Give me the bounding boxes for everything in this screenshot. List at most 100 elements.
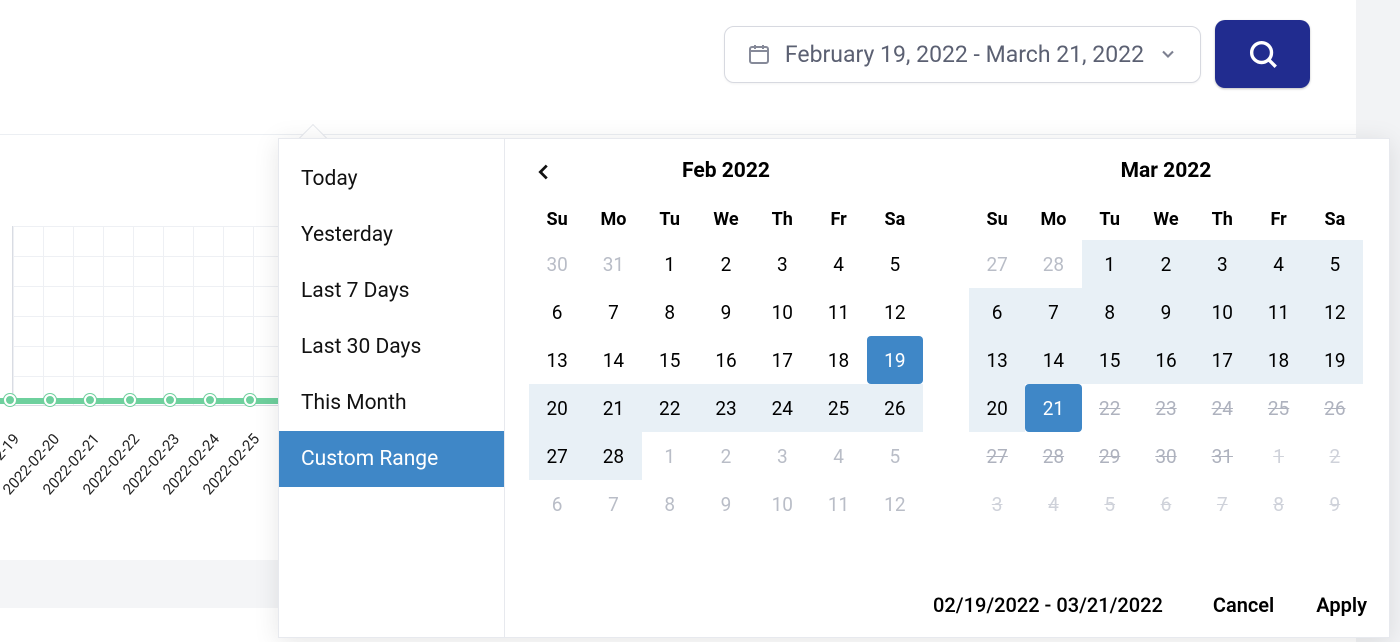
day-cell[interactable]: 10	[1194, 288, 1250, 336]
day-cell[interactable]: 23	[698, 384, 754, 432]
day-cell: 22	[1082, 384, 1138, 432]
day-cell: 23	[1138, 384, 1194, 432]
day-cell[interactable]: 11	[1250, 288, 1306, 336]
search-button[interactable]	[1215, 20, 1310, 88]
day-cell[interactable]: 8	[642, 288, 698, 336]
day-cell: 9	[1307, 480, 1363, 528]
dow-row: SuMoTuWeThFrSa	[969, 201, 1363, 240]
day-cell[interactable]: 12	[867, 288, 923, 336]
day-cell[interactable]: 12	[1307, 288, 1363, 336]
days-grid-right: 2728123456789101112131415161718192021222…	[969, 240, 1363, 528]
day-cell[interactable]: 19	[867, 336, 923, 384]
chart-series-points	[0, 394, 280, 410]
toolbar: February 19, 2022 - March 21, 2022	[724, 20, 1400, 88]
day-cell[interactable]: 13	[529, 336, 585, 384]
day-cell[interactable]: 20	[969, 384, 1025, 432]
day-cell[interactable]: 14	[585, 336, 641, 384]
day-cell[interactable]: 4	[1250, 240, 1306, 288]
day-cell[interactable]: 11	[810, 288, 866, 336]
day-cell[interactable]: 2	[698, 240, 754, 288]
dow-cell: Mo	[1025, 201, 1081, 240]
day-cell[interactable]: 7	[1025, 288, 1081, 336]
calendar-left-title: Feb 2022	[529, 159, 923, 183]
date-range-trigger[interactable]: February 19, 2022 - March 21, 2022	[724, 26, 1201, 83]
day-cell[interactable]: 15	[1082, 336, 1138, 384]
day-cell[interactable]: 7	[585, 288, 641, 336]
day-cell: 28	[1025, 432, 1081, 480]
day-cell: 26	[1307, 384, 1363, 432]
day-cell[interactable]: 21	[1025, 384, 1081, 432]
preset-this-month[interactable]: This Month	[279, 375, 504, 431]
day-cell: 27	[969, 240, 1025, 288]
day-cell[interactable]: 17	[1194, 336, 1250, 384]
preset-custom-range[interactable]: Custom Range	[279, 431, 504, 487]
day-cell: 30	[529, 240, 585, 288]
day-cell[interactable]: 25	[810, 384, 866, 432]
prev-month-button[interactable]	[533, 161, 555, 183]
day-cell[interactable]: 26	[867, 384, 923, 432]
dow-cell: Th	[754, 201, 810, 240]
day-cell[interactable]: 5	[1307, 240, 1363, 288]
dow-cell: Th	[1194, 201, 1250, 240]
day-cell: 5	[867, 432, 923, 480]
day-cell: 2	[1307, 432, 1363, 480]
day-cell: 6	[529, 480, 585, 528]
preset-today[interactable]: Today	[279, 151, 504, 207]
day-cell: 8	[1250, 480, 1306, 528]
day-cell[interactable]: 10	[754, 288, 810, 336]
day-cell: 25	[1250, 384, 1306, 432]
date-range-picker: TodayYesterdayLast 7 DaysLast 30 DaysThi…	[278, 138, 1390, 638]
day-cell[interactable]: 27	[529, 432, 585, 480]
day-cell[interactable]: 22	[642, 384, 698, 432]
day-cell[interactable]: 8	[1082, 288, 1138, 336]
day-cell: 2	[698, 432, 754, 480]
day-cell[interactable]: 3	[754, 240, 810, 288]
day-cell[interactable]: 2	[1138, 240, 1194, 288]
day-cell[interactable]: 16	[1138, 336, 1194, 384]
day-cell[interactable]: 3	[1194, 240, 1250, 288]
picker-footer: 02/19/2022 - 03/21/2022 Cancel Apply	[505, 573, 1389, 637]
day-cell[interactable]: 19	[1307, 336, 1363, 384]
day-cell[interactable]: 1	[1082, 240, 1138, 288]
day-cell[interactable]: 1	[642, 240, 698, 288]
day-cell: 30	[1138, 432, 1194, 480]
day-cell: 24	[1194, 384, 1250, 432]
preset-last-7-days[interactable]: Last 7 Days	[279, 263, 504, 319]
day-cell[interactable]: 9	[698, 288, 754, 336]
day-cell: 5	[1082, 480, 1138, 528]
preset-yesterday[interactable]: Yesterday	[279, 207, 504, 263]
day-cell: 3	[969, 480, 1025, 528]
day-cell: 7	[585, 480, 641, 528]
day-cell[interactable]: 6	[529, 288, 585, 336]
day-cell[interactable]: 16	[698, 336, 754, 384]
day-cell[interactable]: 24	[754, 384, 810, 432]
day-cell[interactable]: 20	[529, 384, 585, 432]
day-cell[interactable]: 15	[642, 336, 698, 384]
day-cell[interactable]: 18	[1250, 336, 1306, 384]
dow-row: SuMoTuWeThFrSa	[529, 201, 923, 240]
day-cell: 4	[810, 432, 866, 480]
day-cell[interactable]: 14	[1025, 336, 1081, 384]
cancel-button[interactable]: Cancel	[1213, 593, 1274, 617]
day-cell[interactable]: 21	[585, 384, 641, 432]
day-cell[interactable]: 4	[810, 240, 866, 288]
apply-button[interactable]: Apply	[1316, 593, 1367, 617]
day-cell[interactable]: 18	[810, 336, 866, 384]
date-range-text: February 19, 2022 - March 21, 2022	[785, 41, 1144, 68]
chart-grid	[12, 226, 280, 406]
preset-last-30-days[interactable]: Last 30 Days	[279, 319, 504, 375]
chevron-down-icon	[1158, 44, 1178, 64]
day-cell[interactable]: 17	[754, 336, 810, 384]
day-cell: 28	[1025, 240, 1081, 288]
selected-range-text: 02/19/2022 - 03/21/2022	[933, 593, 1163, 617]
day-cell[interactable]: 9	[1138, 288, 1194, 336]
day-cell[interactable]: 28	[585, 432, 641, 480]
chart-footer-band	[0, 560, 280, 608]
day-cell[interactable]: 13	[969, 336, 1025, 384]
calendar-left: Feb 2022 SuMoTuWeThFrSa 3031123456789101…	[529, 159, 923, 528]
day-cell: 11	[810, 480, 866, 528]
chart-x-ticks: 2022-02-192022-02-202022-02-212022-02-22…	[0, 420, 280, 550]
day-cell[interactable]: 6	[969, 288, 1025, 336]
day-cell[interactable]: 5	[867, 240, 923, 288]
calendar-panels: Feb 2022 SuMoTuWeThFrSa 3031123456789101…	[505, 139, 1389, 637]
